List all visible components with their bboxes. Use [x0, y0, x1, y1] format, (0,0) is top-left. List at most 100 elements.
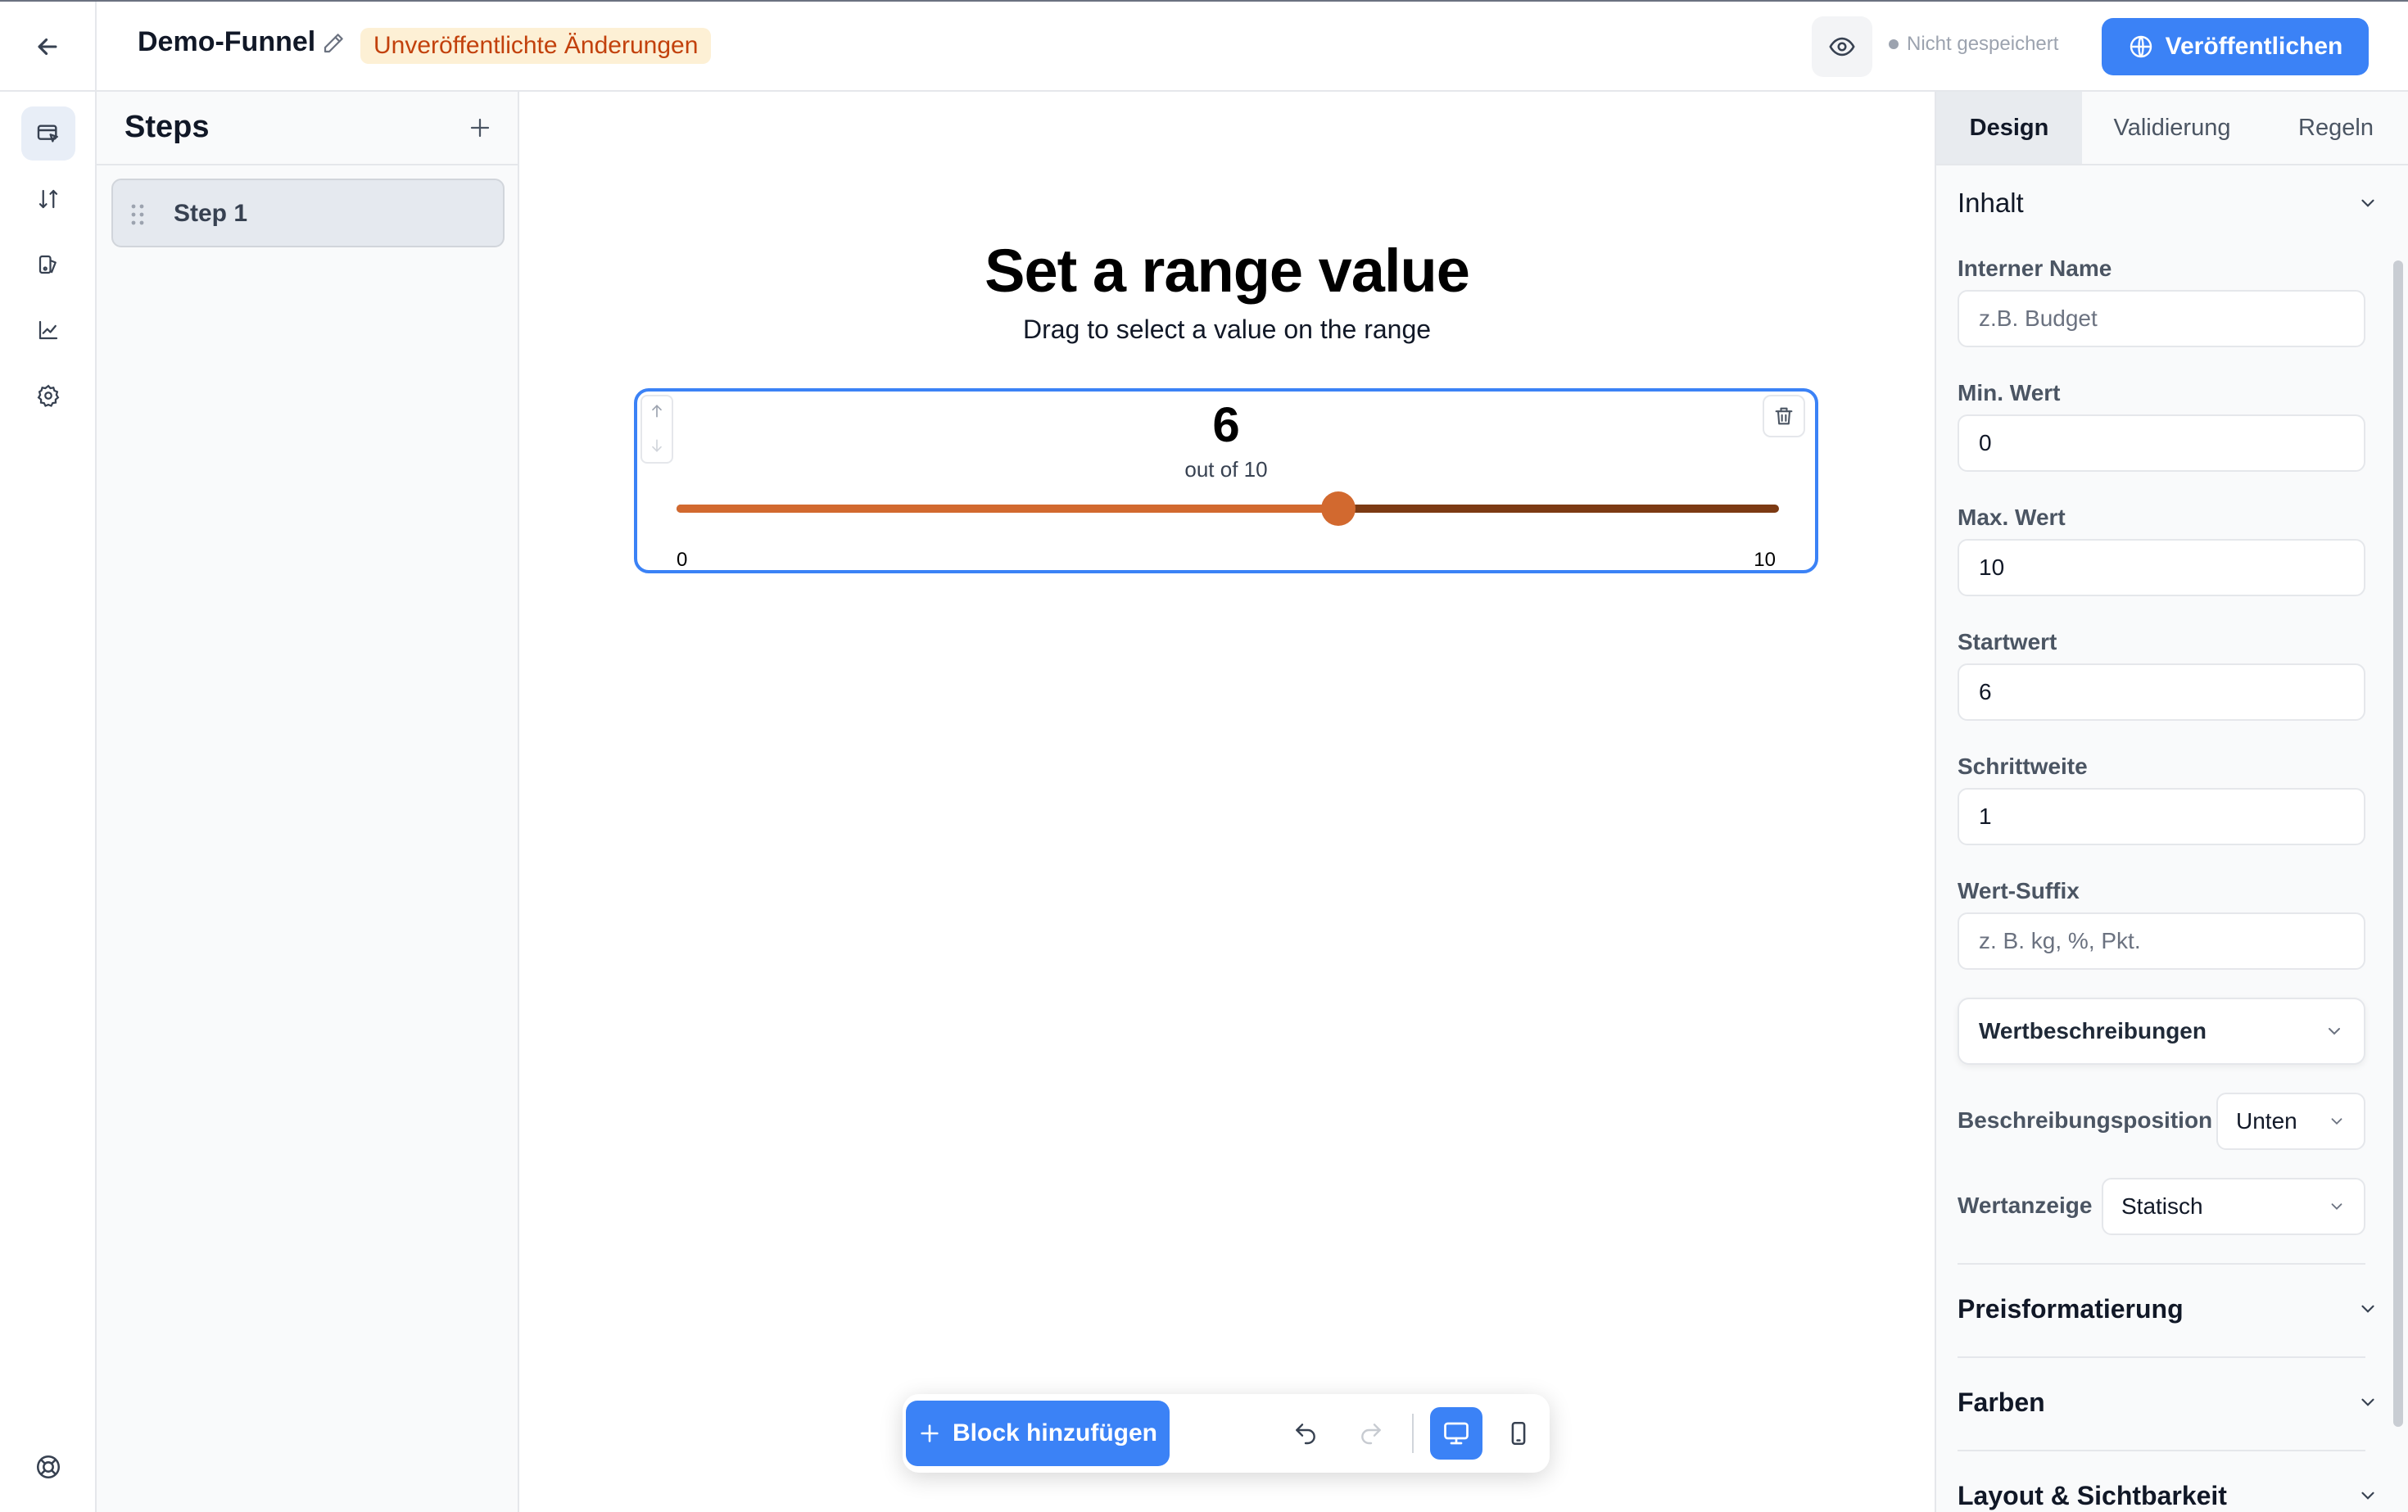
- undo-button[interactable]: [1284, 1412, 1327, 1455]
- editor-canvas: Set a range value Drag to select a value…: [519, 92, 1935, 1512]
- publish-button[interactable]: Veröffentlichen: [2102, 18, 2369, 75]
- back-button[interactable]: [0, 2, 97, 92]
- slider-fill: [677, 505, 1338, 513]
- rail-design-button[interactable]: [21, 238, 75, 292]
- description-position-label: Beschreibungsposition: [1958, 1107, 2213, 1133]
- properties-panel: Design Validierung Regeln Inhalt Interne…: [1935, 92, 2408, 1512]
- divider: [1958, 1356, 2365, 1358]
- drag-handle-icon[interactable]: [129, 203, 146, 226]
- value-descriptions-dropdown[interactable]: Wertbeschreibungen: [1958, 998, 2365, 1065]
- add-step-button[interactable]: [462, 110, 498, 146]
- steps-title: Steps: [124, 110, 210, 144]
- chevron-down-icon: [2361, 1398, 2374, 1406]
- preview-button[interactable]: [1812, 16, 1872, 77]
- range-max-label: 10: [1754, 549, 1776, 571]
- section-layout-header[interactable]: Layout & Sichtbarkeit: [1958, 1471, 2379, 1512]
- chevron-down-icon: [2329, 1028, 2340, 1035]
- mobile-view-button[interactable]: [1492, 1407, 1545, 1460]
- undo-icon: [1296, 1424, 1315, 1445]
- divider: [1958, 1450, 2365, 1451]
- scrollbar-thumb[interactable]: [2393, 260, 2403, 1427]
- settings-icon: [37, 384, 60, 407]
- page-subtitle[interactable]: Drag to select a value on the range: [519, 315, 1935, 345]
- unpublished-changes-badge: Unveröffentlichte Änderungen: [360, 28, 712, 64]
- redo-button[interactable]: [1350, 1412, 1392, 1455]
- range-slider-block[interactable]: 6 out of 10 0 10: [634, 388, 1818, 573]
- section-colors-label: Farben: [1958, 1387, 2045, 1417]
- top-bar: Demo-Funnel Unveröffentlichte Änderungen…: [0, 0, 2408, 92]
- eye-icon: [1829, 37, 1855, 57]
- tab-rules[interactable]: Regeln: [2262, 92, 2408, 164]
- range-current-value: 6: [1212, 397, 1240, 452]
- globe-icon: [2130, 35, 2152, 58]
- max-value-input[interactable]: [1958, 539, 2365, 596]
- internal-name-input[interactable]: [1958, 290, 2365, 347]
- plus-icon: [470, 118, 490, 138]
- analytics-icon: [38, 320, 58, 340]
- chevron-down-icon: [2361, 1305, 2374, 1313]
- chevron-down-icon: [2361, 199, 2374, 207]
- panel-tabs: Design Validierung Regeln: [1936, 92, 2408, 165]
- value-suffix-input[interactable]: [1958, 912, 2365, 970]
- toolbar-divider: [1412, 1414, 1414, 1453]
- slider-track[interactable]: [677, 491, 1779, 526]
- icon-rail: [0, 92, 97, 1512]
- steps-panel: Steps Step 1: [97, 92, 519, 1512]
- monitor-icon: [1444, 1422, 1469, 1445]
- desktop-view-button[interactable]: [1430, 1407, 1482, 1460]
- section-content-label: Inhalt: [1958, 188, 2024, 218]
- chevron-down-icon: [2331, 1203, 2342, 1211]
- step-size-input[interactable]: [1958, 788, 2365, 845]
- tab-validation[interactable]: Validierung: [2082, 92, 2262, 164]
- section-content-header[interactable]: Inhalt: [1958, 179, 2379, 228]
- range-min-label: 0: [677, 549, 688, 571]
- design-icon: [38, 255, 57, 274]
- steps-header: Steps: [97, 92, 518, 165]
- arrow-left-icon: [38, 38, 57, 56]
- min-value-input[interactable]: [1958, 414, 2365, 472]
- add-block-label: Block hinzufügen: [953, 1419, 1157, 1446]
- value-display-select[interactable]: Statisch: [2102, 1178, 2365, 1235]
- step-label: Step 1: [174, 200, 248, 227]
- rail-settings-button[interactable]: [21, 369, 75, 423]
- smartphone-icon: [1511, 1421, 1526, 1446]
- chevron-down-icon: [2361, 1492, 2374, 1500]
- start-value-input[interactable]: [1958, 663, 2365, 721]
- redo-icon: [1361, 1424, 1381, 1445]
- step-item[interactable]: Step 1: [111, 179, 505, 247]
- page-title[interactable]: Set a range value: [519, 236, 1935, 306]
- min-value-label: Min. Wert: [1958, 380, 2061, 405]
- add-block-button[interactable]: Block hinzufügen: [906, 1401, 1170, 1466]
- editor-icon: [37, 124, 58, 143]
- tab-design[interactable]: Design: [1936, 92, 2082, 164]
- section-price-format-label: Preisformatierung: [1958, 1293, 2184, 1324]
- value-suffix-label: Wert-Suffix: [1958, 878, 2080, 903]
- max-value-label: Max. Wert: [1958, 505, 2066, 530]
- value-display-label: Wertanzeige: [1958, 1193, 2093, 1218]
- section-layout-label: Layout & Sichtbarkeit: [1958, 1480, 2227, 1510]
- rail-help-button[interactable]: [21, 1440, 75, 1494]
- value-descriptions-label: Wertbeschreibungen: [1979, 1018, 2207, 1043]
- chevron-down-icon: [2331, 1118, 2342, 1125]
- status-dot: [1889, 39, 1899, 49]
- save-status: Nicht gespeichert: [1889, 33, 2058, 56]
- panel-scrollbar[interactable]: [2392, 170, 2405, 1432]
- description-position-value: Unten: [2236, 1108, 2297, 1134]
- rail-analytics-button[interactable]: [21, 303, 75, 357]
- description-position-select[interactable]: Unten: [2216, 1093, 2365, 1150]
- section-colors-header[interactable]: Farben: [1958, 1378, 2379, 1427]
- rail-editor-button[interactable]: [21, 106, 75, 161]
- publish-label: Veröffentlichen: [2165, 33, 2343, 60]
- plus-icon: [921, 1424, 939, 1442]
- rail-sort-button[interactable]: [21, 172, 75, 226]
- sort-icon: [38, 189, 58, 209]
- slider-thumb[interactable]: [1321, 491, 1356, 526]
- section-price-format-header[interactable]: Preisformatierung: [1958, 1284, 2379, 1333]
- pencil-icon[interactable]: [321, 31, 349, 59]
- step-size-label: Schrittweite: [1958, 754, 2088, 779]
- funnel-title: Demo-Funnel: [138, 26, 316, 57]
- internal-name-label: Interner Name: [1958, 256, 2112, 281]
- value-display-value: Statisch: [2121, 1193, 2203, 1219]
- start-value-label: Startwert: [1958, 629, 2057, 654]
- save-status-label: Nicht gespeichert: [1907, 33, 2059, 55]
